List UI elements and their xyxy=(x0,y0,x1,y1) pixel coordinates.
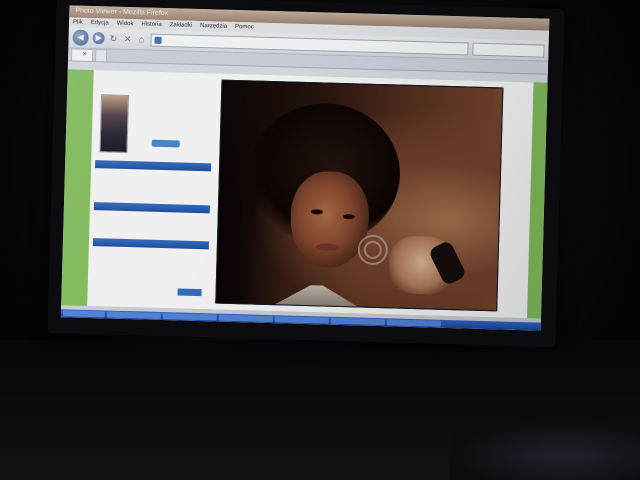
taskbar-item[interactable] xyxy=(106,311,161,320)
product-button[interactable] xyxy=(151,139,180,148)
menu-item[interactable]: Edycja xyxy=(91,18,109,28)
menu-item[interactable]: Pomoc xyxy=(235,22,254,33)
screen: Photo Viewer - Mozilla Firefox Plik Edyc… xyxy=(60,5,550,331)
reload-icon[interactable]: ↻ xyxy=(108,33,118,44)
search-input[interactable] xyxy=(472,42,545,58)
home-icon[interactable]: ⌂ xyxy=(136,34,146,44)
sidebar-section-header xyxy=(92,238,209,250)
taskbar-item[interactable] xyxy=(330,317,385,326)
tab-active[interactable]: ✕ xyxy=(70,48,94,62)
product-image[interactable] xyxy=(99,94,130,154)
taskbar-item[interactable] xyxy=(162,313,217,321)
menu-item[interactable]: Zakładki xyxy=(170,20,193,31)
sidebar-footer-button[interactable] xyxy=(177,288,202,297)
stop-icon[interactable]: ✕ xyxy=(122,33,132,44)
taskbar-item[interactable] xyxy=(274,316,329,324)
photo-eye xyxy=(310,209,323,215)
main-photo[interactable] xyxy=(215,79,504,312)
menu-item[interactable]: Historia xyxy=(141,19,162,30)
desk-object xyxy=(450,420,640,480)
taskbar-item[interactable] xyxy=(218,314,273,323)
arrow-right-icon[interactable]: ▶ xyxy=(92,31,105,45)
page-content xyxy=(61,69,548,319)
menu-item[interactable]: Plik xyxy=(73,17,83,27)
taskbar-item[interactable] xyxy=(386,319,441,327)
menu-item[interactable]: Widok xyxy=(117,19,134,29)
monitor: Photo Viewer - Mozilla Firefox Plik Edyc… xyxy=(47,0,565,348)
arrow-left-icon[interactable]: ◀ xyxy=(72,29,89,46)
sidebar xyxy=(91,74,213,303)
start-button[interactable] xyxy=(62,310,106,318)
tab-second[interactable] xyxy=(95,49,108,62)
product-card xyxy=(95,94,213,159)
product-name xyxy=(133,101,211,103)
photo-eye xyxy=(342,214,355,220)
menu-item[interactable]: Narzędzia xyxy=(200,21,227,32)
close-icon[interactable]: ✕ xyxy=(82,52,87,58)
